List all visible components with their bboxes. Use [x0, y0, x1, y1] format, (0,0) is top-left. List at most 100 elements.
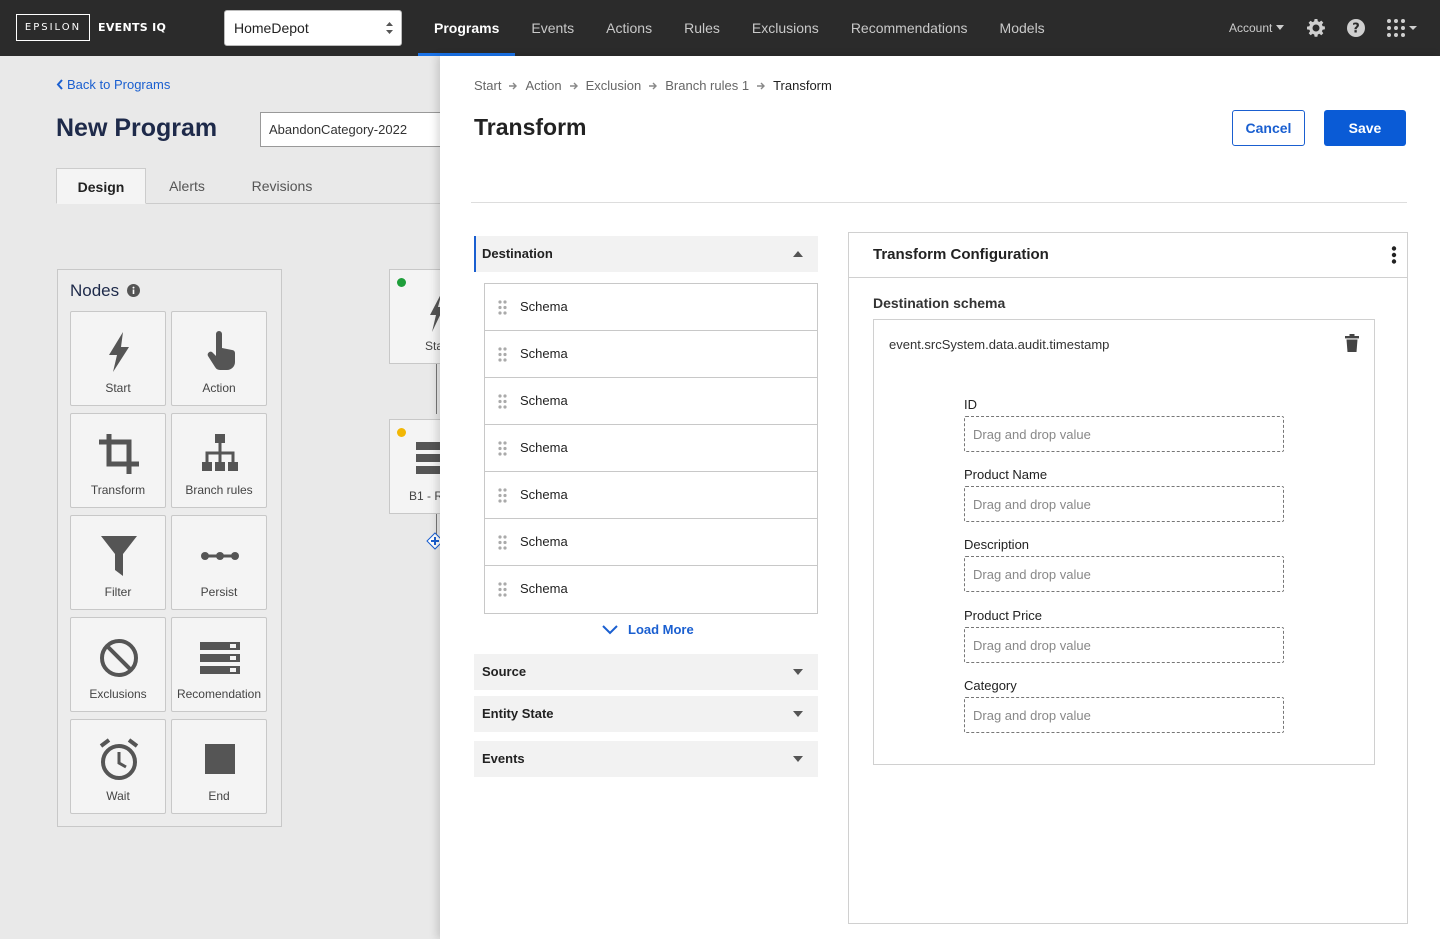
breadcrumb-branch-rules[interactable]: Branch rules 1	[665, 78, 749, 93]
load-more-button[interactable]: Load More	[602, 622, 694, 637]
page-title: New Program	[56, 114, 218, 142]
program-name-input[interactable]: AbandonCategory-2022	[260, 112, 460, 147]
save-button[interactable]: Save	[1324, 110, 1406, 146]
node-label: Wait	[106, 789, 130, 803]
node-start[interactable]: Start	[70, 311, 166, 406]
node-label: Filter	[104, 585, 132, 599]
schema-item[interactable]: Schema	[485, 425, 817, 472]
epsilon-logo[interactable]: EPSILON	[16, 14, 90, 41]
category-drop-field[interactable]	[964, 697, 1284, 733]
back-to-programs-link[interactable]: Back to Programs	[56, 77, 170, 92]
node-label: End	[208, 789, 230, 803]
accordion-destination[interactable]: Destination	[474, 236, 818, 272]
node-label: Transform	[90, 483, 146, 497]
nav-rules[interactable]: Rules	[668, 0, 736, 56]
accordion-entity-state[interactable]: Entity State	[474, 696, 818, 732]
lightning-icon	[109, 332, 129, 372]
drag-handle-icon[interactable]	[498, 582, 507, 597]
node-transform[interactable]: Transform	[70, 413, 166, 508]
accordion-source[interactable]: Source	[474, 654, 818, 690]
hierarchy-icon	[202, 434, 238, 471]
field-label-description: Description	[964, 537, 1030, 552]
node-branch-rules[interactable]: Branch rules	[171, 413, 267, 508]
node-label: Branch rules	[185, 483, 253, 497]
help-icon[interactable]: ?	[1346, 18, 1366, 38]
nav-events[interactable]: Events	[515, 0, 590, 56]
product-price-drop-field[interactable]	[964, 627, 1284, 663]
drag-handle-icon[interactable]	[498, 394, 507, 409]
trash-icon[interactable]	[1344, 334, 1360, 352]
cancel-button[interactable]: Cancel	[1232, 110, 1305, 146]
account-menu[interactable]: Account	[1229, 21, 1285, 35]
node-label: Persist	[200, 585, 238, 599]
schema-item[interactable]: Schema	[485, 519, 817, 566]
transform-config-panel: Transform Configuration Destination sche…	[848, 232, 1408, 924]
nav-recommendations[interactable]: Recommendations	[835, 0, 984, 56]
node-wait[interactable]: Wait	[70, 719, 166, 814]
caret-down-icon	[793, 756, 803, 762]
breadcrumb-transform: Transform	[773, 78, 832, 93]
funnel-icon	[101, 536, 137, 576]
status-dot-yellow	[397, 428, 406, 437]
tab-revisions[interactable]: Revisions	[236, 168, 328, 204]
id-drop-field[interactable]	[964, 416, 1284, 452]
app-name: EVENTS IQ	[98, 21, 167, 34]
node-persist[interactable]: Persist	[171, 515, 267, 610]
node-filter[interactable]: Filter	[70, 515, 166, 610]
caret-down-icon	[1276, 25, 1285, 30]
transform-drawer: Start Action Exclusion Branch rules 1 Tr…	[440, 56, 1440, 939]
schema-item-label: Schema	[520, 299, 568, 314]
node-exclusions[interactable]: Exclusions	[70, 617, 166, 712]
accordion-events-label: Events	[482, 751, 525, 766]
node-action[interactable]: Action	[171, 311, 267, 406]
tab-alerts[interactable]: Alerts	[152, 168, 222, 204]
nodes-panel: Nodes Start Action Transform Branch rule…	[57, 269, 282, 827]
info-icon[interactable]	[127, 284, 140, 297]
chevron-left-icon	[56, 79, 63, 90]
nav-actions[interactable]: Actions	[590, 0, 668, 56]
prohibited-icon	[100, 639, 138, 677]
tab-design[interactable]: Design	[56, 168, 146, 204]
description-drop-field[interactable]	[964, 556, 1284, 592]
breadcrumb-action[interactable]: Action	[525, 78, 561, 93]
add-node-icon[interactable]	[426, 532, 440, 550]
breadcrumb-exclusion[interactable]: Exclusion	[586, 78, 642, 93]
server-stack-icon	[416, 442, 442, 474]
drag-handle-icon[interactable]	[498, 347, 507, 362]
kebab-menu-icon[interactable]	[1391, 246, 1397, 264]
breadcrumb-start[interactable]: Start	[474, 78, 501, 93]
caret-down-icon	[793, 669, 803, 675]
drag-handle-icon[interactable]	[498, 441, 507, 456]
node-label: Start	[105, 381, 131, 395]
drag-handle-icon[interactable]	[498, 300, 507, 315]
schema-item[interactable]: Schema	[485, 331, 817, 378]
field-label-id: ID	[964, 397, 977, 412]
crop-icon	[99, 434, 139, 474]
accordion-entity-state-label: Entity State	[482, 706, 554, 721]
schema-item-label: Schema	[520, 346, 568, 361]
arrow-right-icon	[649, 82, 658, 89]
node-end[interactable]: End	[171, 719, 267, 814]
main-nav: Programs Events Actions Rules Exclusions…	[418, 0, 1061, 56]
schema-item[interactable]: Schema	[485, 472, 817, 519]
connector-line	[436, 514, 437, 534]
product-name-drop-field[interactable]	[964, 486, 1284, 522]
top-nav-bar: EPSILON EVENTS IQ HomeDepot Programs Eve…	[0, 0, 1440, 56]
drag-handle-icon[interactable]	[498, 488, 507, 503]
config-header: Transform Configuration	[849, 233, 1407, 278]
nav-models[interactable]: Models	[984, 0, 1061, 56]
gear-icon[interactable]	[1306, 18, 1326, 38]
nav-programs[interactable]: Programs	[418, 0, 516, 56]
apps-grid-icon[interactable]	[1386, 18, 1418, 38]
accordion-events[interactable]: Events	[474, 741, 818, 777]
schema-item[interactable]: Schema	[485, 378, 817, 425]
schema-item[interactable]: Schema	[485, 566, 817, 613]
drag-handle-icon[interactable]	[498, 535, 507, 550]
schema-item[interactable]: Schema	[485, 284, 817, 331]
nav-exclusions[interactable]: Exclusions	[736, 0, 835, 56]
node-recomendation[interactable]: Recomendation	[171, 617, 267, 712]
arrow-right-icon	[757, 82, 766, 89]
client-select[interactable]: HomeDepot	[224, 10, 402, 46]
accordion-destination-label: Destination	[482, 246, 553, 261]
alarm-clock-icon	[99, 738, 139, 780]
